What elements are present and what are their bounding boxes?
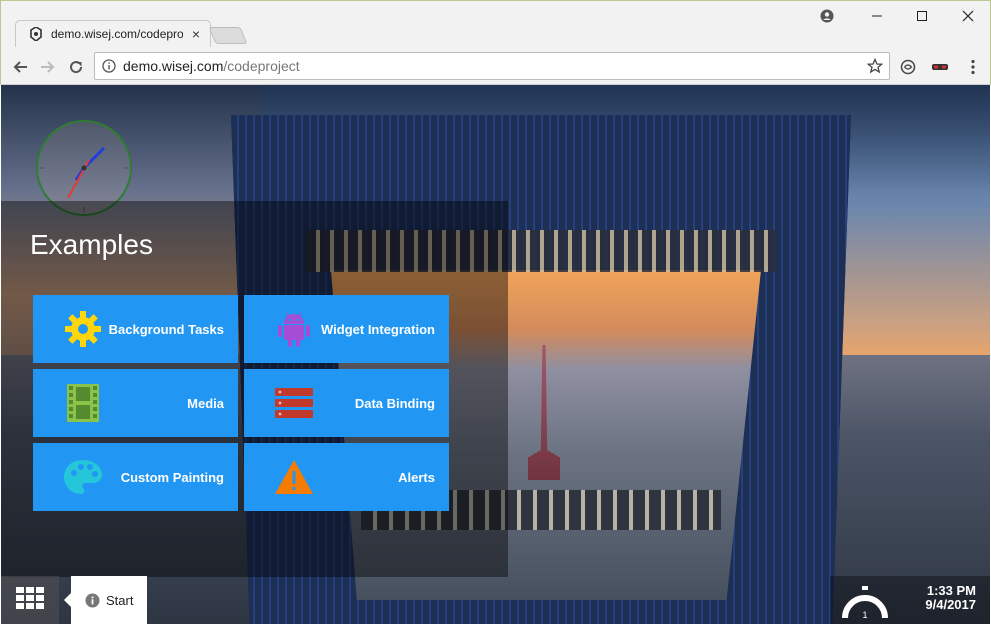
incognito-extension-icon[interactable] xyxy=(929,56,951,78)
android-icon xyxy=(274,309,314,349)
reload-icon[interactable] xyxy=(65,56,87,78)
clock-readout: 1:33 PM 9/4/2017 xyxy=(925,584,976,612)
database-icon xyxy=(274,383,314,423)
tray-time: 1:33 PM xyxy=(926,583,976,598)
gauge-value: 1 xyxy=(862,610,867,620)
info-icon[interactable] xyxy=(95,59,123,73)
system-tray: 1 1:33 PM 9/4/2017 xyxy=(830,576,990,624)
browser-titlebar: demo.wisej.com/codeproject × xyxy=(0,0,991,48)
info-circle-icon xyxy=(85,593,100,608)
bookmark-star-icon[interactable] xyxy=(866,57,884,79)
browser-toolbar: demo.wisej.com/codeproject xyxy=(0,47,991,85)
tile-label: Custom Painting xyxy=(120,469,224,485)
tab-title: demo.wisej.com/codeproject xyxy=(51,27,183,41)
start-label: Start xyxy=(106,592,134,608)
tile-label: Background Tasks xyxy=(108,321,224,337)
palette-icon xyxy=(63,457,103,497)
browser-tab[interactable]: demo.wisej.com/codeproject × xyxy=(23,20,205,48)
profile-icon[interactable] xyxy=(804,1,850,31)
close-window-icon[interactable] xyxy=(945,1,991,31)
warning-icon xyxy=(274,457,314,497)
sync-extension-icon[interactable] xyxy=(897,56,919,78)
tile-custom-painting[interactable]: Custom Painting xyxy=(33,443,238,511)
taskbar: Start 1 1:33 PM 9/4/2017 xyxy=(1,576,990,624)
url-path: /codeproject xyxy=(223,58,300,74)
tile-alerts[interactable]: Alerts xyxy=(244,443,449,511)
tray-date: 9/4/2017 xyxy=(925,597,976,612)
tile-label: Alerts xyxy=(398,469,435,485)
back-arrow-icon[interactable] xyxy=(9,56,31,78)
tile-widget-integration[interactable]: Widget Integration xyxy=(244,295,449,363)
panel-title: Examples xyxy=(30,229,153,260)
examples-panel: Examples Background Tasks Widget Integra… xyxy=(1,201,508,577)
film-icon xyxy=(63,383,103,423)
site-favicon-icon xyxy=(29,27,43,41)
gear-icon xyxy=(63,309,103,349)
menu-kebab-icon[interactable] xyxy=(962,56,984,78)
start-tooltip: Start xyxy=(64,576,147,624)
grid-icon xyxy=(15,586,45,615)
tile-data-binding[interactable]: Data Binding xyxy=(244,369,449,437)
tile-label: Widget Integration xyxy=(321,321,435,337)
new-tab-button[interactable] xyxy=(208,27,248,44)
forward-arrow-icon[interactable] xyxy=(37,56,59,78)
tile-label: Data Binding xyxy=(354,395,435,411)
gauge-icon[interactable]: 1 xyxy=(840,582,890,622)
url-text: demo.wisej.com/codeproject xyxy=(123,58,300,74)
desktop-background: Examples Background Tasks Widget Integra… xyxy=(1,85,990,624)
tile-background-tasks[interactable]: Background Tasks xyxy=(33,295,238,363)
tab-close-icon[interactable]: × xyxy=(189,27,203,41)
maximize-icon[interactable] xyxy=(899,1,945,31)
tile-label: Media xyxy=(187,395,224,411)
start-menu-button[interactable] xyxy=(1,576,59,624)
tile-media[interactable]: Media xyxy=(33,369,238,437)
url-host: demo.wisej.com xyxy=(123,58,224,74)
address-bar[interactable]: demo.wisej.com/codeproject xyxy=(94,52,890,80)
minimize-icon[interactable] xyxy=(854,1,900,31)
